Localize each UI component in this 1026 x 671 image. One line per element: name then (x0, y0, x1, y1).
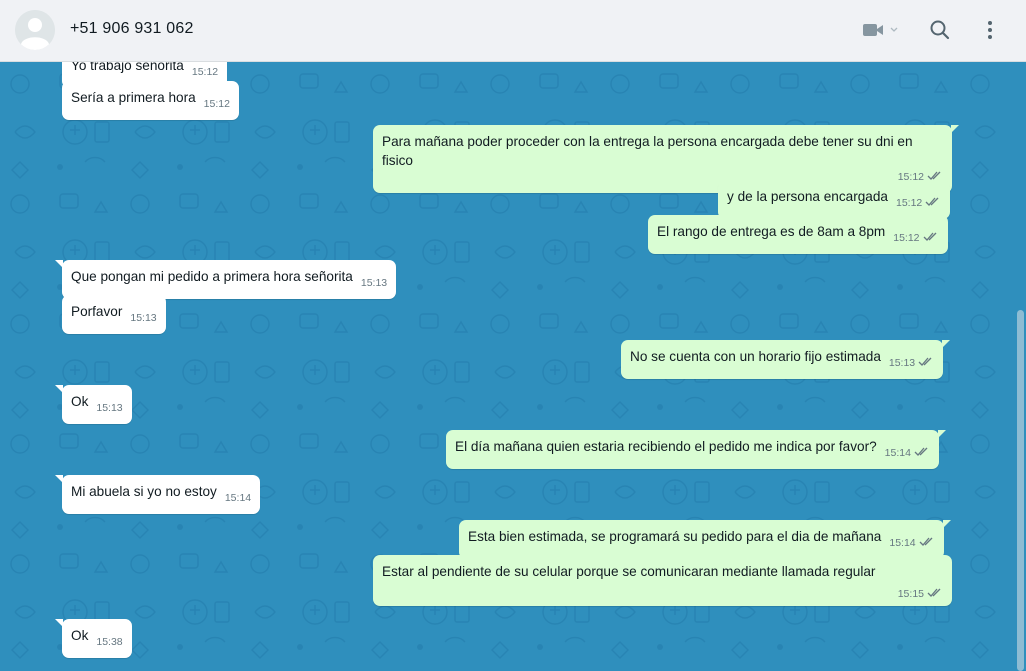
chat-scrollbar-thumb[interactable] (1017, 310, 1024, 671)
message-time: 15:12 (191, 66, 219, 78)
message-meta: 15:14 (885, 444, 930, 463)
default-avatar-icon (15, 10, 55, 50)
message-time: 15:12 (895, 197, 923, 209)
double-check-icon (919, 537, 933, 546)
message-time: 15:14 (884, 447, 911, 459)
contact-name[interactable]: +51 906 931 062 (70, 20, 194, 38)
video-call-icon (863, 24, 883, 36)
message-incoming[interactable]: Sería a primera hora 15:12 (62, 81, 239, 120)
chat-header: +51 906 931 062 (0, 0, 1026, 62)
message-time: 15:13 (360, 277, 388, 289)
message-time: 15:38 (96, 636, 123, 648)
message-text: Que pongan mi pedido a primera hora seño… (71, 269, 353, 284)
message-meta: 15:14 (889, 534, 934, 553)
message-meta: 15:13 (889, 354, 934, 373)
double-check-icon (918, 357, 932, 366)
message-time: 15:14 (889, 537, 916, 549)
message-text: Para mañana poder proceder con la entreg… (382, 134, 913, 168)
message-text: y de la persona encargada (727, 189, 888, 204)
message-text: El día mañana quien estaria recibiendo e… (455, 439, 877, 454)
message-outgoing[interactable]: No se cuenta con un horario fijo estimad… (621, 340, 951, 379)
message-text: Sería a primera hora (71, 90, 196, 105)
message-text: No se cuenta con un horario fijo estimad… (630, 349, 881, 364)
double-check-icon (927, 588, 941, 597)
message-meta: 15:12 (893, 229, 938, 248)
message-text: Estar al pendiente de su celular porque … (382, 564, 876, 579)
message-outgoing[interactable]: y de la persona encargada 15:12 (718, 180, 951, 219)
double-check-icon (923, 232, 936, 241)
message-outgoing[interactable]: El rango de entrega es de 8am a 8pm 15:12 (648, 215, 948, 254)
message-time: 15:15 (897, 588, 924, 600)
message-meta: 15:12 (896, 194, 941, 213)
message-text: Ok (71, 394, 89, 409)
message-time: 15:12 (203, 98, 230, 110)
message-incoming[interactable]: Mi abuela si yo no estoy 15:14 (54, 475, 261, 514)
message-time: 15:14 (224, 492, 252, 504)
menu-button[interactable] (980, 18, 1000, 42)
message-time: 15:13 (888, 357, 916, 369)
chat-panel[interactable]: Yo trabajo señorita 15:12 Sería a primera… (0, 62, 1016, 671)
message-incoming[interactable]: Que pongan mi pedido a primera hora seño… (54, 260, 397, 299)
message-text: Ok (71, 628, 89, 643)
menu-icon (988, 21, 992, 39)
message-incoming[interactable]: Ok 15:13 (55, 385, 132, 424)
message-outgoing[interactable]: Estar al pendiente de su celular porque … (373, 555, 952, 606)
search-button[interactable] (928, 18, 952, 42)
double-check-icon (925, 197, 939, 206)
message-outgoing[interactable]: Esta bien estimada, se programará su ped… (459, 520, 951, 559)
message-text: Porfavor (71, 304, 123, 319)
message-outgoing[interactable]: El día mañana quien estaria recibiendo e… (446, 430, 946, 469)
message-text: El rango de entrega es de 8am a 8pm (657, 224, 886, 239)
message-text: Mi abuela si yo no estoy (71, 484, 217, 499)
message-incoming[interactable]: Porfavor 15:13 (62, 295, 166, 334)
contact-avatar[interactable] (15, 10, 55, 50)
message-meta: 15:15 (390, 585, 943, 604)
message-text: Yo trabajo señorita (71, 62, 184, 73)
message-time: 15:13 (130, 312, 157, 324)
message-time: 15:12 (893, 232, 920, 244)
search-icon (930, 20, 950, 40)
double-check-icon (914, 447, 928, 456)
chevron-down-icon (890, 27, 898, 32)
message-incoming[interactable]: Ok 15:38 (55, 619, 132, 658)
message-text: Esta bien estimada, se programará su ped… (468, 529, 882, 544)
message-time: 15:13 (96, 402, 123, 414)
video-call-button[interactable] (862, 22, 900, 38)
